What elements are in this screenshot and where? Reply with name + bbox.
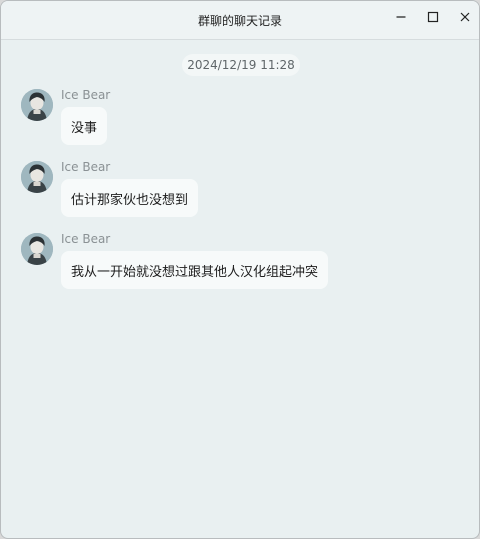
- message-bubble[interactable]: 没事: [61, 107, 108, 145]
- close-icon: [460, 12, 470, 22]
- message-bubble[interactable]: 估计那家伙也没想到: [61, 179, 199, 217]
- avatar[interactable]: [21, 89, 53, 121]
- user-avatar-icon: [21, 233, 53, 265]
- avatar[interactable]: [21, 233, 53, 265]
- title-bar[interactable]: 群聊的聊天记录: [1, 1, 479, 40]
- close-button[interactable]: [451, 7, 479, 27]
- user-avatar-icon: [21, 161, 53, 193]
- minimize-button[interactable]: [387, 7, 415, 27]
- message-bubble[interactable]: 我从一开始就没想过跟其他人汉化组起冲突: [61, 251, 329, 289]
- user-avatar-icon: [21, 89, 53, 121]
- chat-history-window: 群聊的聊天记录 2024/12/19 11:28 Ice Bear 没事 Ice…: [0, 0, 480, 539]
- minimize-icon: [396, 16, 406, 18]
- sender-name: Ice Bear: [61, 232, 111, 246]
- sender-name: Ice Bear: [61, 88, 111, 102]
- maximize-button[interactable]: [419, 7, 447, 27]
- sender-name: Ice Bear: [61, 160, 111, 174]
- maximize-icon: [427, 11, 439, 23]
- timestamp-divider: 2024/12/19 11:28: [182, 54, 300, 76]
- avatar[interactable]: [21, 161, 53, 193]
